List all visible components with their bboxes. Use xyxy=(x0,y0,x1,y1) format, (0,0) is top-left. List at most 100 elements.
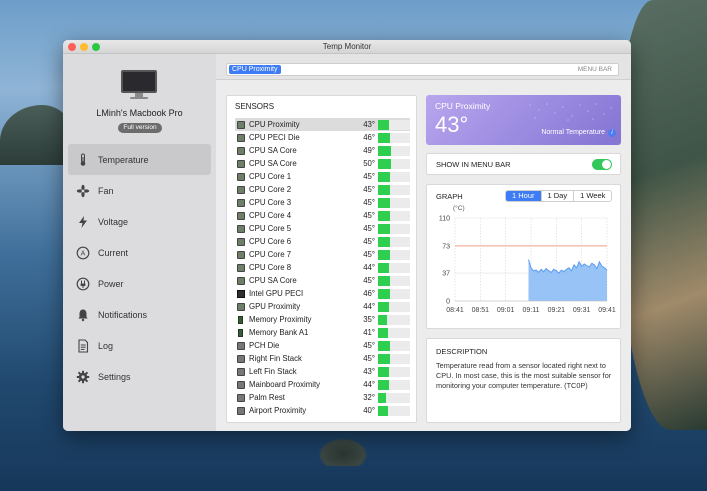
sensor-row[interactable]: Memory Bank A1 41° xyxy=(235,326,410,339)
x-tick-label: 09:21 xyxy=(548,307,566,314)
sensor-row[interactable]: GPU Proximity 44° xyxy=(235,300,410,313)
sensor-level-fill xyxy=(378,197,390,208)
close-window-button[interactable] xyxy=(68,43,76,51)
sensor-row[interactable]: CPU SA Core 45° xyxy=(235,274,410,287)
x-tick-label: 09:41 xyxy=(598,307,616,314)
sensor-row[interactable]: CPU Core 1 45° xyxy=(235,170,410,183)
sensor-name: CPU SA Core xyxy=(249,276,297,285)
sidebar-nav: Temperature Fan Voltage A Current Power … xyxy=(68,144,211,392)
sensor-level-fill xyxy=(378,184,390,195)
sensor-row[interactable]: Palm Rest 32° xyxy=(235,391,410,404)
y-tick-label: 0 xyxy=(446,299,450,306)
sensor-temperature: 45° xyxy=(363,224,375,233)
sensor-row[interactable]: Right Fin Stack 45° xyxy=(235,352,410,365)
desktop-mountain-left xyxy=(0,105,70,165)
info-icon[interactable]: i xyxy=(608,129,616,137)
graph-unit-label: (°C) xyxy=(453,204,465,212)
sensor-level-fill xyxy=(378,275,390,286)
sensor-temperature: 41° xyxy=(363,328,375,337)
sensor-level-bar xyxy=(378,392,410,403)
sensor-temperature: 45° xyxy=(363,172,375,181)
sensor-row[interactable]: CPU SA Core 50° xyxy=(235,157,410,170)
sensor-row[interactable]: Left Fin Stack 43° xyxy=(235,365,410,378)
sensor-temperature: 35° xyxy=(363,315,375,324)
sensor-name: CPU SA Core xyxy=(249,159,297,168)
range-1-hour-button[interactable]: 1 Hour xyxy=(506,191,542,201)
sensor-level-bar xyxy=(378,184,410,195)
sensor-temperature: 45° xyxy=(363,341,375,350)
sensor-row[interactable]: CPU Core 3 45° xyxy=(235,196,410,209)
sidebar-item-log[interactable]: Log xyxy=(68,330,211,361)
menu-bar-field[interactable]: CPU Proximity MENU BAR xyxy=(226,63,619,76)
graph-panel: GRAPH 1 Hour 1 Day 1 Week (°C) 110 73 37 0 08… xyxy=(426,184,621,329)
sensor-name: Memory Bank A1 xyxy=(249,328,309,337)
sensor-row[interactable]: PCH Die 45° xyxy=(235,339,410,352)
sensor-row[interactable]: CPU Proximity 43° xyxy=(235,118,410,131)
sensor-row[interactable]: Intel GPU PECI 46° xyxy=(235,287,410,300)
sensor-level-fill xyxy=(378,288,390,299)
sensor-row[interactable]: CPU Core 7 45° xyxy=(235,248,410,261)
temperature-status: Normal Temperature xyxy=(541,129,605,136)
sensor-level-bar xyxy=(378,132,410,143)
graph-title: GRAPH xyxy=(436,192,463,201)
sensor-name: CPU Core 2 xyxy=(249,185,292,194)
sensor-row[interactable]: CPU Core 6 45° xyxy=(235,235,410,248)
x-tick-label: 09:31 xyxy=(573,307,591,314)
sensor-row[interactable]: CPU Core 8 44° xyxy=(235,261,410,274)
sensor-row[interactable]: CPU PECI Die 46° xyxy=(235,131,410,144)
menu-bar-token[interactable]: CPU Proximity xyxy=(229,65,281,74)
chip-sensor-icon xyxy=(237,159,245,168)
chip-sensor-icon xyxy=(237,237,245,246)
sensor-name: Memory Proximity xyxy=(249,315,312,324)
sidebar-item-label: Settings xyxy=(98,371,131,382)
sensor-level-bar xyxy=(378,288,410,299)
sensor-level-bar xyxy=(378,379,410,390)
sidebar-item-fan[interactable]: Fan xyxy=(68,175,211,206)
sensor-row[interactable]: Mainboard Proximity 44° xyxy=(235,378,410,391)
desktop-island xyxy=(318,438,368,466)
range-1-day-button[interactable]: 1 Day xyxy=(541,191,575,201)
sensor-name: CPU Core 5 xyxy=(249,224,292,233)
minimize-window-button[interactable] xyxy=(80,43,88,51)
log-icon xyxy=(76,338,90,353)
sensor-row[interactable]: Airport Proximity 40° xyxy=(235,404,410,417)
sensor-level-fill xyxy=(378,262,390,273)
sensor-name: CPU PECI Die xyxy=(249,133,300,142)
sidebar-item-label: Fan xyxy=(98,185,114,196)
sensor-name: CPU Core 4 xyxy=(249,211,292,220)
chip-sensor-icon xyxy=(237,263,245,272)
sensor-level-bar xyxy=(378,158,410,169)
sidebar-item-label: Log xyxy=(98,340,114,351)
maximize-window-button[interactable] xyxy=(92,43,100,51)
sensor-row[interactable]: CPU Core 5 45° xyxy=(235,222,410,235)
show-in-menu-bar-toggle[interactable] xyxy=(592,159,612,170)
description-panel: DESCRIPTION Temperature read from a sens… xyxy=(426,338,621,423)
sidebar-item-temperature[interactable]: Temperature xyxy=(68,144,211,175)
sidebar-item-current[interactable]: A Current xyxy=(68,237,211,268)
sensor-level-bar xyxy=(378,301,410,312)
menu-bar-settings: CPU Proximity MENU BAR xyxy=(216,54,631,80)
sensor-level-fill xyxy=(378,249,390,260)
sidebar-item-settings[interactable]: Settings xyxy=(68,361,211,392)
sensor-temperature: 45° xyxy=(363,198,375,207)
title-bar: Temp Monitor xyxy=(63,40,631,54)
sensor-level-bar xyxy=(378,223,410,234)
show-in-menu-bar-row: SHOW IN MENU BAR xyxy=(426,153,621,175)
sensor-row[interactable]: CPU SA Core 49° xyxy=(235,144,410,157)
sidebar-item-label: Temperature xyxy=(98,154,149,165)
sidebar-item-notifications[interactable]: Notifications xyxy=(68,299,211,330)
range-1-week-button[interactable]: 1 Week xyxy=(574,191,612,201)
chip-sensor-icon xyxy=(237,172,245,181)
sensor-temperature: 45° xyxy=(363,354,375,363)
sensor-level-bar xyxy=(378,353,410,364)
sensors-panel: SENSORS CPU Proximity 43° CPU PECI Die 46° C… xyxy=(226,95,417,423)
chip-sensor-icon xyxy=(237,146,245,155)
sensor-row[interactable]: CPU Core 4 45° xyxy=(235,209,410,222)
version-badge: Full version xyxy=(118,123,162,133)
sensor-name: CPU Core 8 xyxy=(249,263,292,272)
sensor-row[interactable]: Memory Proximity 35° xyxy=(235,313,410,326)
sensor-row[interactable]: CPU Core 2 45° xyxy=(235,183,410,196)
sidebar-item-voltage[interactable]: Voltage xyxy=(68,206,211,237)
sidebar-item-power[interactable]: Power xyxy=(68,268,211,299)
mem-sensor-icon xyxy=(238,328,243,337)
